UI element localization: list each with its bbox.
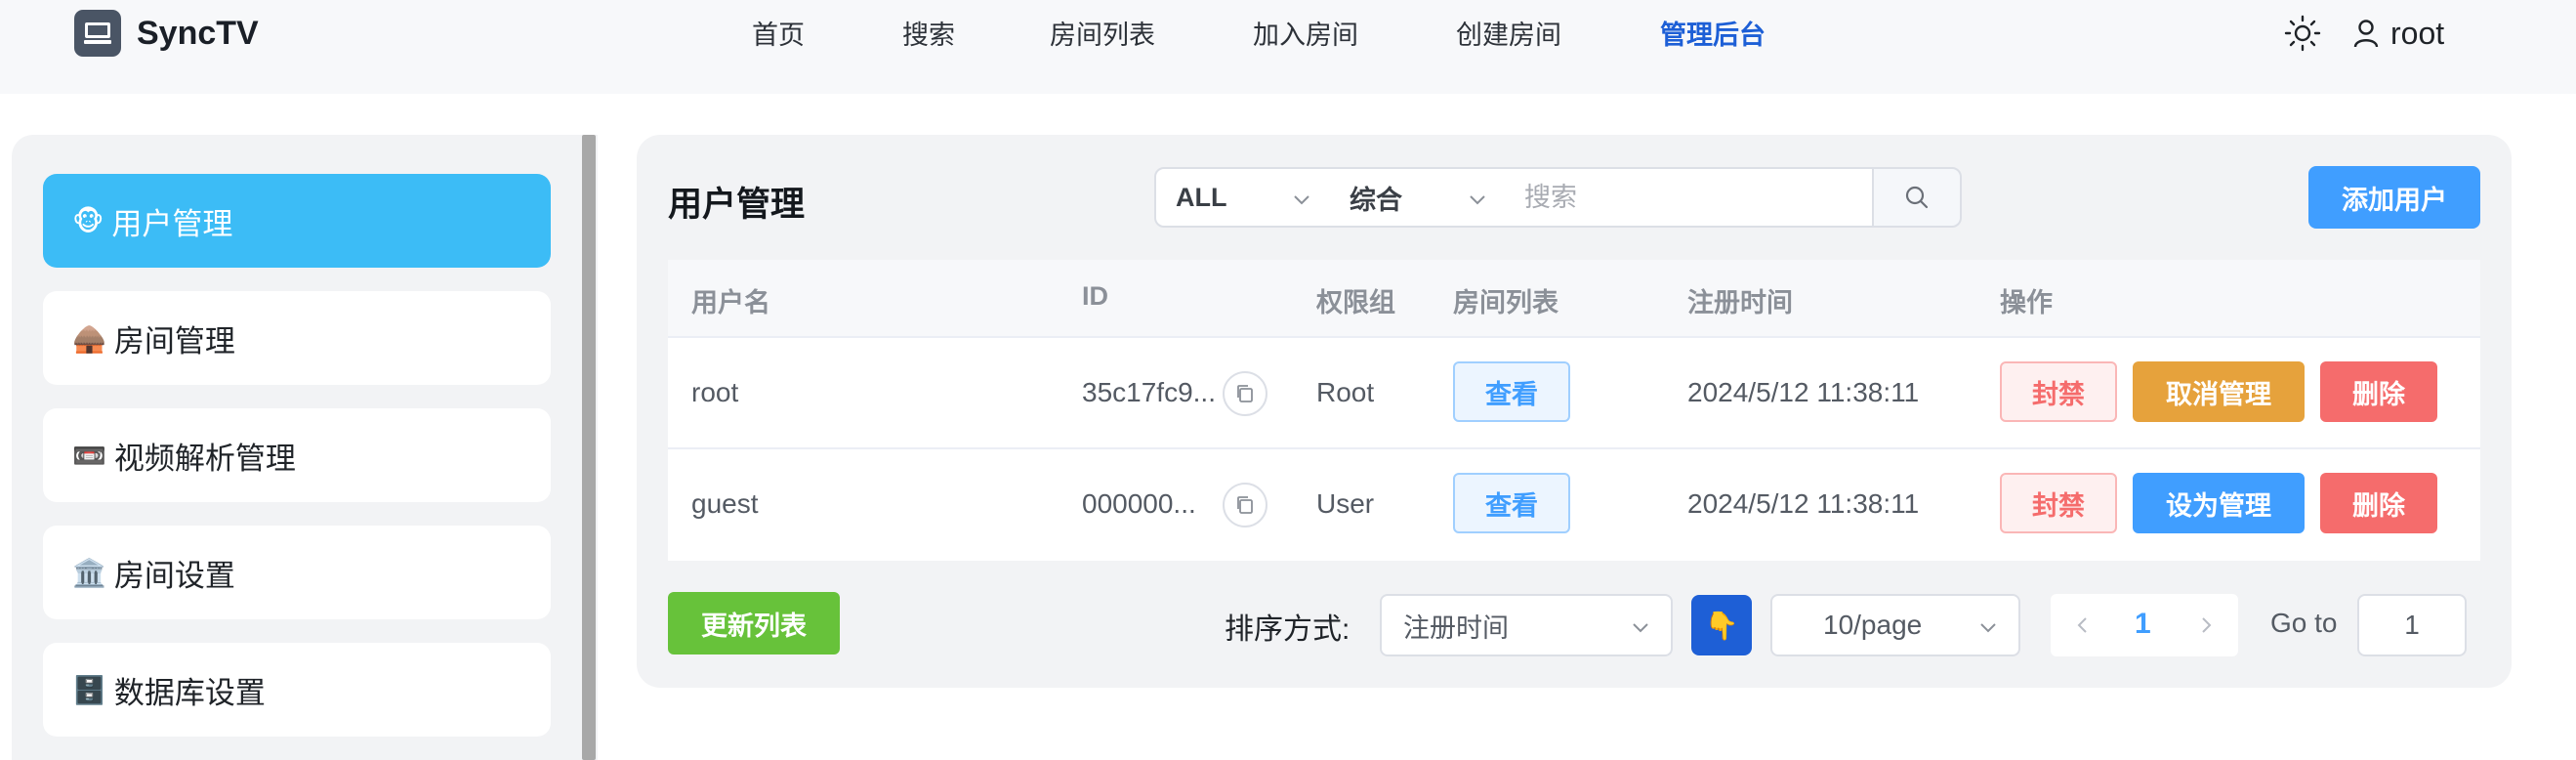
cell-registered: 2024/5/12 11:38:11 <box>1687 488 1920 519</box>
monkey-icon: 🐵 <box>72 205 104 236</box>
sidebar-scrollbar[interactable] <box>582 135 596 760</box>
page-size-select[interactable]: 10/page <box>1770 594 2020 656</box>
sidebar-item-room-management[interactable]: 🛖 房间管理 <box>43 291 551 385</box>
ban-button[interactable]: 封禁 <box>2000 361 2117 422</box>
nav-item-join-room[interactable]: 加入房间 <box>1253 14 1358 52</box>
column-header-rooms[interactable]: 房间列表 <box>1453 281 1558 319</box>
copy-id-button[interactable] <box>1223 371 1267 416</box>
chevron-left-icon[interactable] <box>2072 614 2094 636</box>
table-row: guest 000000... User 查看 2024/5/12 11:38:… <box>668 449 2480 561</box>
page-size-value: 10/page <box>1823 610 1923 640</box>
sort-order-button[interactable]: 👇 <box>1691 595 1752 655</box>
cell-role: User <box>1316 488 1375 519</box>
column-header-username[interactable]: 用户名 <box>691 281 770 319</box>
sort-field-value: 注册时间 <box>1403 612 1509 643</box>
theme-toggle-button[interactable] <box>2283 14 2322 53</box>
cell-registered: 2024/5/12 11:38:11 <box>1687 377 1920 407</box>
chevron-down-icon <box>1294 195 1309 205</box>
view-rooms-button[interactable]: 查看 <box>1453 473 1570 533</box>
delete-button[interactable]: 删除 <box>2320 361 2437 422</box>
copy-icon <box>1237 385 1253 402</box>
column-header-actions: 操作 <box>2000 288 2053 317</box>
sidebar-item-user-management[interactable]: 🐵 用户管理 <box>43 174 551 268</box>
table-row: root 35c17fc9... Root 查看 2024/5/12 11:38… <box>668 338 2480 449</box>
sidebar-item-room-settings[interactable]: 🏛️ 房间设置 <box>43 526 551 619</box>
cell-id: 000000... <box>1082 488 1196 519</box>
sidebar-item-video-parse[interactable]: 📼 视频解析管理 <box>43 408 551 502</box>
page-number-current[interactable]: 1 <box>2135 608 2151 641</box>
users-table: 用户名 ID 权限组 房间列表 注册时间 操作 root 35c17fc9...… <box>668 260 2480 561</box>
revoke-admin-button[interactable]: 取消管理 <box>2133 361 2305 422</box>
table-header: 用户名 ID 权限组 房间列表 注册时间 操作 <box>668 260 2480 338</box>
app-name: SyncTV <box>137 14 259 52</box>
add-user-button[interactable]: 添加用户 <box>2308 166 2480 229</box>
ban-button[interactable]: 封禁 <box>2000 473 2117 533</box>
copy-id-button[interactable] <box>1223 483 1267 528</box>
sidebar-item-label: 房间管理 <box>113 323 235 359</box>
page-title: 用户管理 <box>668 186 806 224</box>
sidebar-item-label: 数据库设置 <box>113 675 266 710</box>
field-filter-select[interactable]: 综合 <box>1330 167 1508 228</box>
refresh-list-button[interactable]: 更新列表 <box>668 592 840 654</box>
cell-id: 35c17fc9... <box>1082 377 1216 407</box>
nav-item-search[interactable]: 搜索 <box>902 14 955 52</box>
cell-role: Root <box>1316 377 1375 407</box>
file-cabinet-icon: 🗄️ <box>72 674 106 705</box>
cell-username: root <box>691 377 739 407</box>
cell-username: guest <box>691 488 759 519</box>
nav-item-admin[interactable]: 管理后台 <box>1660 14 1766 52</box>
building-icon: 🏛️ <box>72 557 106 588</box>
sort-field-select[interactable]: 注册时间 <box>1380 594 1673 656</box>
role-filter-value: ALL <box>1176 182 1227 212</box>
delete-button[interactable]: 删除 <box>2320 473 2437 533</box>
goto-label: Go to <box>2270 608 2338 638</box>
set-admin-button[interactable]: 设为管理 <box>2133 473 2305 533</box>
nav-item-room-list[interactable]: 房间列表 <box>1050 14 1155 52</box>
sidebar-item-label: 视频解析管理 <box>113 441 296 476</box>
sidebar-item-label: 房间设置 <box>113 558 235 593</box>
sidebar-item-label: 用户管理 <box>111 206 233 241</box>
nav-item-create-room[interactable]: 创建房间 <box>1456 14 1561 52</box>
sort-label: 排序方式: <box>1225 613 1350 646</box>
column-header-registered[interactable]: 注册时间 <box>1687 281 1793 319</box>
chevron-right-icon[interactable] <box>2195 614 2217 636</box>
pointing-down-icon: 👇 <box>1704 610 1739 641</box>
nav-item-home[interactable]: 首页 <box>752 14 805 52</box>
chevron-down-icon <box>1470 195 1485 205</box>
goto-page-input[interactable] <box>2357 594 2467 656</box>
top-navbar: SyncTV 首页 搜索 房间列表 加入房间 创建房间 管理后台 root <box>0 0 2576 94</box>
chevron-down-icon <box>1980 623 1996 633</box>
sun-icon <box>2284 15 2321 52</box>
username: root <box>2390 15 2445 51</box>
chevron-down-icon <box>1633 623 1648 633</box>
hut-icon: 🛖 <box>72 322 106 354</box>
pagination: 1 <box>2051 594 2238 656</box>
sidebar-item-database-settings[interactable]: 🗄️ 数据库设置 <box>43 643 551 737</box>
role-filter-select[interactable]: ALL <box>1154 167 1332 228</box>
search-input[interactable] <box>1505 167 1874 228</box>
videotape-icon: 📼 <box>72 440 106 471</box>
user-menu-button[interactable]: root <box>2353 14 2444 53</box>
copy-icon <box>1237 496 1253 514</box>
synctv-logo-icon <box>74 10 121 57</box>
view-rooms-button[interactable]: 查看 <box>1453 361 1570 422</box>
user-icon <box>2353 20 2379 48</box>
brand[interactable]: SyncTV <box>74 10 259 57</box>
field-filter-value: 综合 <box>1350 185 1402 215</box>
column-header-id[interactable]: ID <box>1082 281 1108 312</box>
search-icon <box>1905 186 1929 209</box>
column-header-role[interactable]: 权限组 <box>1316 281 1395 319</box>
search-button[interactable] <box>1872 167 1962 228</box>
